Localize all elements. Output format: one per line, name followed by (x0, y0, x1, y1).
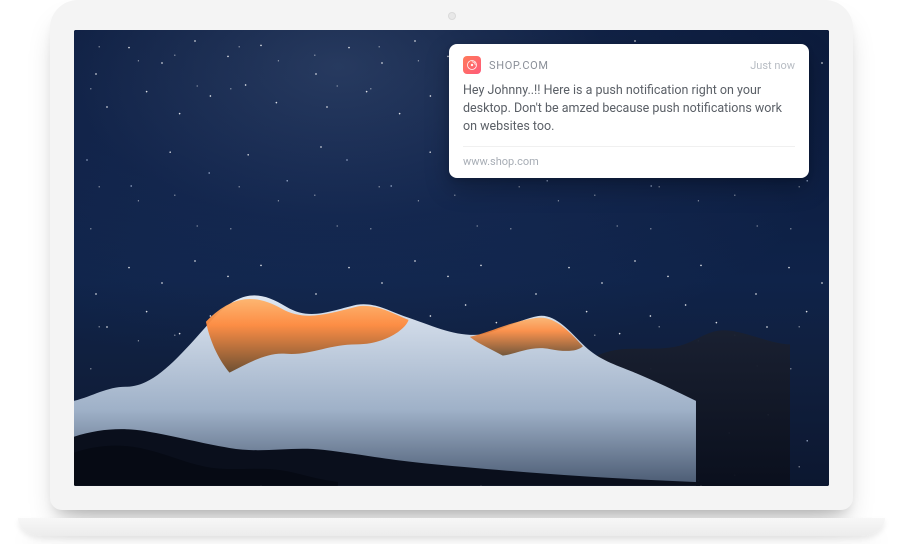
desktop-screen: SHOP.COM Just now Hey Johnny..!! Here is… (74, 30, 829, 486)
notification-timestamp: Just now (750, 59, 795, 72)
notification-header: SHOP.COM Just now (463, 56, 795, 74)
swirl-icon (466, 59, 478, 71)
notification-source: www.shop.com (463, 146, 795, 168)
laptop-body: SHOP.COM Just now Hey Johnny..!! Here is… (50, 0, 853, 510)
wallpaper-mountains (74, 203, 790, 486)
notification-message: Hey Johnny..!! Here is a push notificati… (463, 82, 795, 136)
laptop-base (18, 518, 885, 536)
push-notification[interactable]: SHOP.COM Just now Hey Johnny..!! Here is… (449, 44, 809, 178)
notification-app-name: SHOP.COM (489, 59, 549, 72)
app-icon (463, 56, 481, 74)
laptop-mockup: SHOP.COM Just now Hey Johnny..!! Here is… (0, 0, 903, 544)
camera-icon (448, 12, 456, 20)
